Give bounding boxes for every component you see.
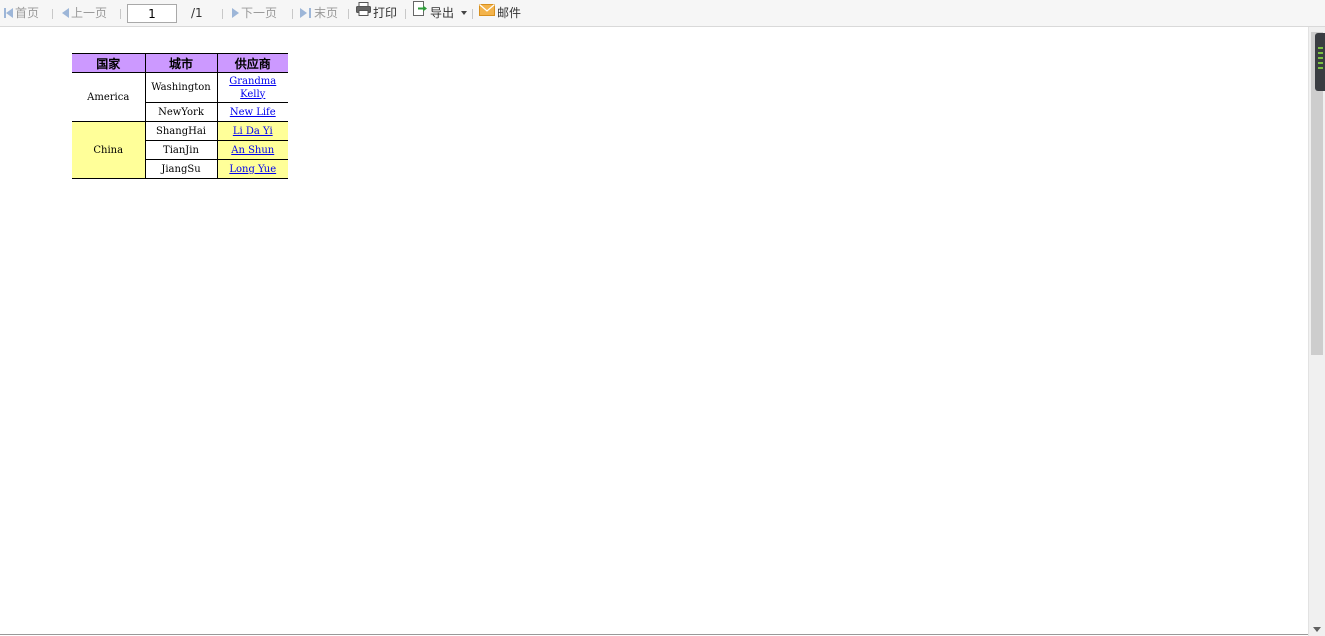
supplier-link[interactable]: An Shun [231,145,274,156]
page-number-input[interactable] [127,4,177,23]
toolbar-separator [348,9,349,19]
scroll-down-arrow-icon[interactable] [1313,627,1321,632]
side-widget-icon[interactable] [1315,33,1325,91]
next-page-button[interactable]: 下一页 [232,0,277,27]
toolbar-separator [405,9,406,19]
city-cell: TianJin [144,140,218,160]
toolbar-separator [472,9,473,19]
last-page-bar-icon [309,7,311,18]
supplier-link[interactable]: Grandma Kelly [229,76,276,100]
supplier-cell: Long Yue [216,159,288,179]
supplier-link[interactable]: Li Da Yi [233,126,273,137]
city-cell: ShangHai [144,121,218,141]
page-total: /1 [191,6,203,20]
next-page-label: 下一页 [241,6,278,20]
mail-label: 邮件 [497,6,522,20]
last-page-icon [300,7,307,18]
header-country: 国家 [72,53,146,73]
city-cell: JiangSu [144,159,218,179]
bottom-divider [0,634,1308,635]
table-row: China ShangHai Li Da Yi [72,121,288,179]
report-table: 国家 城市 供应商 America Washington Grandma Kell… [72,53,288,179]
widget-led [1318,62,1323,64]
supplier-cell: New Life [216,102,288,122]
header-city: 城市 [144,53,218,73]
supplier-link-line2: Kelly [240,88,266,100]
country-cell: China [72,121,146,179]
table-row: America Washington Grandma Kelly [72,72,288,122]
widget-led [1318,67,1323,69]
header-supplier: 供应商 [216,53,288,73]
table-header-row: 国家 城市 供应商 [72,53,288,73]
mail-button[interactable]: 邮件 [479,0,521,27]
toolbar-separator [120,9,121,19]
widget-led [1318,57,1323,59]
mail-icon [479,0,495,26]
export-label: 导出 [430,6,455,20]
chevron-down-icon [460,10,467,15]
vertical-scrollbar[interactable] [1308,27,1325,636]
print-label: 打印 [373,6,398,20]
supplier-link[interactable]: New Life [230,107,276,118]
supplier-cell: Li Da Yi [216,121,288,141]
prev-page-icon [62,7,69,18]
last-page-label: 末页 [314,6,339,20]
toolbar-separator [222,9,223,19]
export-button[interactable]: 导出 [413,0,467,27]
first-page-label: 首页 [15,6,40,20]
export-icon [413,0,428,26]
supplier-link[interactable]: Long Yue [229,164,276,175]
city-cell: Washington [144,72,218,103]
report-toolbar: 首页 上一页 /1 下一页 末页 打印 导出 [0,0,1325,27]
supplier-cell: An Shun [216,140,288,160]
first-page-button[interactable]: 首页 [4,0,39,27]
widget-led [1318,47,1323,49]
next-page-icon [232,7,239,18]
toolbar-separator [292,9,293,19]
country-cell: America [72,72,146,122]
supplier-link-line1: Grandma [229,75,277,87]
printer-icon [356,0,371,26]
last-page-button[interactable]: 末页 [300,0,338,27]
prev-page-button[interactable]: 上一页 [62,0,107,27]
toolbar-separator [52,9,53,19]
city-cell: NewYork [144,102,218,122]
widget-led [1318,52,1323,54]
supplier-cell: Grandma Kelly [216,72,288,103]
prev-page-label: 上一页 [71,6,108,20]
first-page-arrow-icon [6,7,13,18]
print-button[interactable]: 打印 [356,0,397,27]
